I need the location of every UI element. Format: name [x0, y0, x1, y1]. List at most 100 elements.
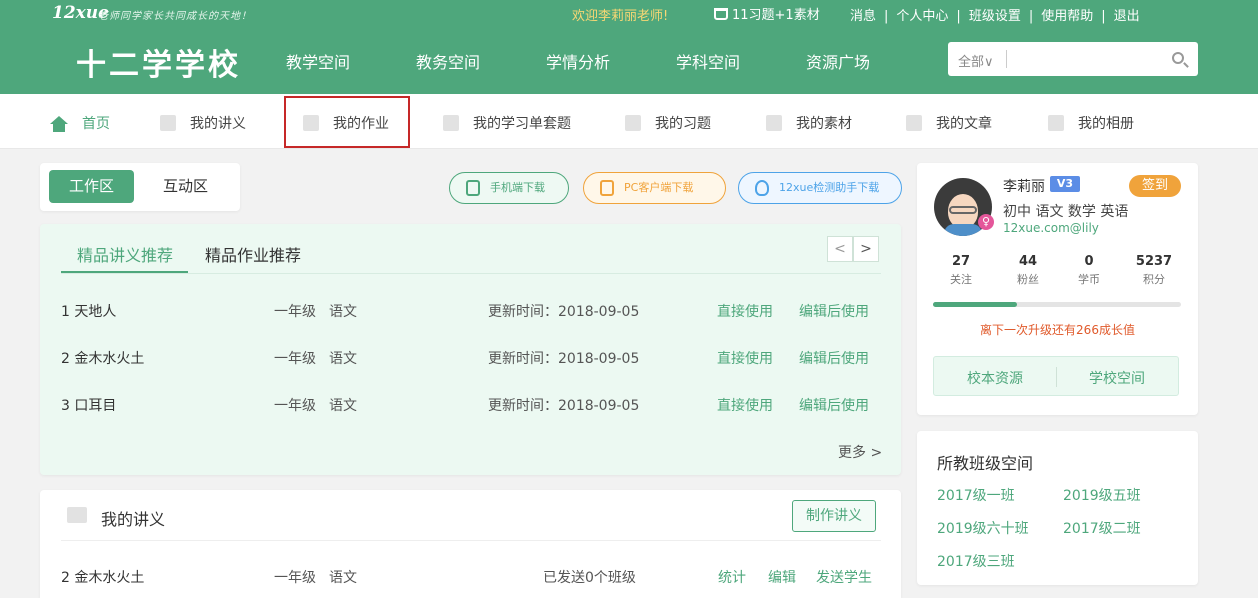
subnav-my-articles[interactable]: 我的文章 [906, 113, 992, 133]
school-resources-button[interactable]: 校本资源 [967, 368, 1023, 388]
nav-learning-analysis[interactable]: 学情分析 [546, 49, 610, 73]
nav-teaching-space[interactable]: 教学空间 [286, 49, 350, 73]
class-link[interactable]: 2019级五班 [1063, 485, 1141, 505]
stats-link[interactable]: 统计 [718, 567, 746, 587]
nav-resource-plaza[interactable]: 资源广场 [806, 49, 870, 73]
recommend-row: 3 口耳目 一年级 语文 更新时间：2018-09-05 直接使用 编辑后使用 [61, 395, 881, 415]
nav-subject-space[interactable]: 学科空间 [676, 49, 740, 73]
school-space-button[interactable]: 学校空间 [1089, 368, 1145, 388]
subnav-my-album-label: 我的相册 [1078, 116, 1134, 132]
download-pc-button[interactable]: PC客户端下载 [583, 172, 726, 204]
link-personal-center[interactable]: 个人中心 [896, 9, 948, 24]
row-title[interactable]: 2 金木水火土 [61, 567, 144, 587]
female-icon: ♀ [978, 214, 994, 230]
send-students-link[interactable]: 发送学生 [816, 567, 872, 587]
stat-fans[interactable]: 44 粉丝 [1003, 254, 1053, 287]
row-title[interactable]: 3 口耳目 [61, 395, 116, 415]
profile-card: ♀ 李莉丽 V3 签到 初中 语文 数学 英语 12xue.com@lily 2… [917, 163, 1198, 415]
download-assistant-button[interactable]: 12xue检测助手下载 [738, 172, 902, 204]
use-directly-link[interactable]: 直接使用 [717, 301, 773, 321]
basket-link[interactable]: 11习题+1素材 [714, 4, 820, 23]
download-mobile-button[interactable]: 手机端下载 [449, 172, 569, 204]
search-bar: 全部∨ [948, 42, 1198, 76]
class-link[interactable]: 2017级三班 [937, 551, 1015, 571]
button-divider [1056, 367, 1057, 387]
tab-interaction[interactable]: 互动区 [143, 170, 228, 203]
tab-workspace[interactable]: 工作区 [49, 170, 135, 203]
active-tab-underline [61, 271, 188, 273]
profile-account[interactable]: 12xue.com@lily [1003, 221, 1099, 235]
subnav-my-materials-label: 我的素材 [796, 116, 852, 132]
subnav-my-notes-label: 我的讲义 [190, 116, 246, 132]
stat-value: 5237 [1135, 254, 1173, 269]
link-logout[interactable]: 退出 [1114, 9, 1140, 24]
pager-next-button[interactable]: > [853, 236, 879, 262]
stat-label: 粉丝 [1017, 273, 1039, 286]
sign-in-button[interactable]: 签到 [1129, 175, 1181, 197]
resource-buttons: 校本资源 学校空间 [933, 356, 1179, 396]
more-link[interactable]: 更多 > [838, 442, 882, 462]
make-notes-button[interactable]: 制作讲义 [792, 500, 876, 532]
edit-then-use-link[interactable]: 编辑后使用 [799, 348, 869, 368]
site-slogan: 老师同学家长共同成长的天地！ [98, 11, 252, 22]
shield-icon [755, 180, 769, 196]
tab-recommended-notes[interactable]: 精品讲义推荐 [77, 242, 173, 266]
subnav-home-label: 首页 [82, 116, 110, 132]
stat-label: 积分 [1143, 273, 1165, 286]
basket-count: 11习题+1素材 [732, 8, 820, 23]
highlight-box [284, 96, 410, 148]
top-bar: 12xue 老师同学家长共同成长的天地！ 欢迎李莉丽老师! 11习题+1素材 消… [0, 0, 1258, 28]
basket-icon [714, 8, 728, 20]
stat-coins[interactable]: 0 学币 [1064, 254, 1114, 287]
subnav-home[interactable]: 首页 [50, 113, 110, 133]
search-icon[interactable] [1172, 52, 1184, 64]
top-links: 消息 | 个人中心 | 班级设置 | 使用帮助 | 退出 [850, 9, 1140, 24]
welcome-text: 欢迎李莉丽老师! [572, 9, 669, 24]
link-messages[interactable]: 消息 [850, 9, 876, 24]
grid-icon [625, 115, 641, 131]
classes-title: 所教班级空间 [937, 454, 1034, 473]
material-icon [766, 115, 782, 131]
profile-name: 李莉丽 [1003, 179, 1045, 195]
recommend-panel: 精品讲义推荐 精品作业推荐 < > 1 天地人 一年级 语文 更新时间：2018… [40, 224, 901, 475]
subnav-my-study-sets-label: 我的学习单套题 [473, 116, 571, 132]
class-link[interactable]: 2017级一班 [937, 485, 1015, 505]
class-link[interactable]: 2017级二班 [1063, 518, 1141, 538]
book-icon [67, 507, 87, 523]
search-divider [1006, 50, 1007, 68]
row-title[interactable]: 2 金木水火土 [61, 348, 144, 368]
edit-link[interactable]: 编辑 [768, 567, 796, 587]
link-help[interactable]: 使用帮助 [1041, 9, 1093, 24]
sub-nav: 首页 我的讲义 我的作业 我的学习单套题 我的习题 我的素材 我的文章 我的相册 [0, 94, 1258, 149]
article-icon [906, 115, 922, 131]
edit-then-use-link[interactable]: 编辑后使用 [799, 301, 869, 321]
class-link[interactable]: 2019级六十班 [937, 518, 1029, 538]
subnav-my-exercises[interactable]: 我的习题 [625, 113, 711, 133]
note-row: 2 金木水火土 一年级 语文 已发送0个班级 统计 编辑 发送学生 [61, 567, 881, 587]
row-date: 更新时间：2018-09-05 [488, 304, 640, 320]
avatar-body [944, 224, 982, 236]
stat-follow[interactable]: 27 关注 [936, 254, 986, 287]
edit-then-use-link[interactable]: 编辑后使用 [799, 395, 869, 415]
row-title[interactable]: 1 天地人 [61, 301, 116, 321]
workspace-tabs: 工作区 互动区 [40, 163, 240, 211]
use-directly-link[interactable]: 直接使用 [717, 395, 773, 415]
link-class-settings[interactable]: 班级设置 [969, 9, 1021, 24]
school-name[interactable]: 十二学学校 [76, 40, 241, 84]
subnav-my-album[interactable]: 我的相册 [1048, 113, 1134, 133]
my-notes-title: 我的讲义 [101, 510, 166, 529]
row-date: 更新时间：2018-09-05 [488, 398, 640, 414]
pager-prev-button[interactable]: < [827, 236, 853, 262]
subnav-my-notes[interactable]: 我的讲义 [160, 113, 246, 133]
subnav-my-materials[interactable]: 我的素材 [766, 113, 852, 133]
subnav-my-study-sets[interactable]: 我的学习单套题 [443, 113, 571, 133]
stat-points[interactable]: 5237 积分 [1129, 254, 1179, 287]
nav-academic-affairs[interactable]: 教务空间 [416, 49, 480, 73]
use-directly-link[interactable]: 直接使用 [717, 348, 773, 368]
tab-recommended-homework[interactable]: 精品作业推荐 [205, 242, 301, 266]
sheet-icon [443, 115, 459, 131]
search-scope-select[interactable]: 全部∨ [958, 51, 994, 70]
notes-divider [61, 540, 881, 541]
row-subject: 语文 [329, 570, 357, 586]
row-subject: 语文 [329, 304, 357, 320]
